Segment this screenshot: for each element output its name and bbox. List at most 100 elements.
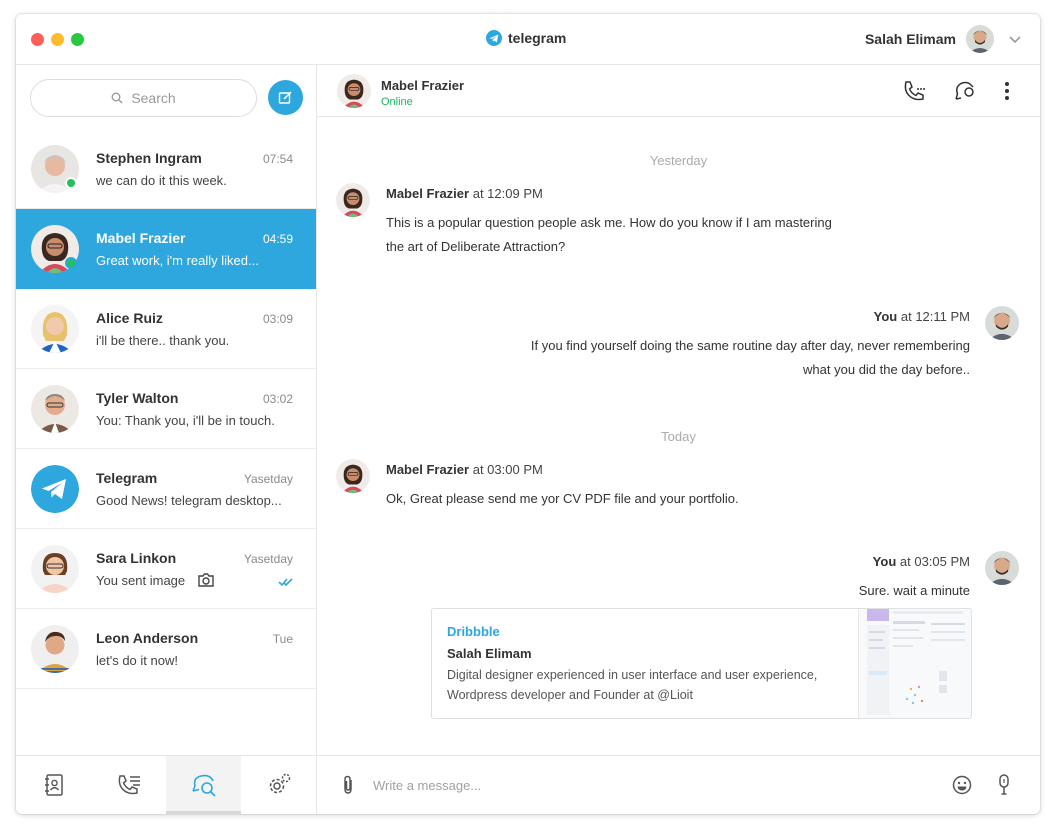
chat-preview: Great work, i'm really liked... [96, 253, 259, 268]
chat-time: Yasetday [243, 472, 293, 486]
telegram-logo-icon [31, 465, 79, 513]
tab-chats[interactable] [166, 756, 241, 814]
search-messages-button[interactable] [953, 79, 977, 103]
chat-time: 03:09 [262, 312, 293, 326]
message-sender: Mabel Frazier [386, 462, 470, 477]
chat-preview: let's do it now! [96, 653, 178, 668]
tab-contacts[interactable] [16, 756, 91, 814]
call-button[interactable] [903, 79, 927, 103]
more-options-button[interactable] [995, 79, 1019, 103]
search-field[interactable]: Search [30, 79, 257, 117]
chat-item-mabel-frazier[interactable]: Mabel Frazier 04:59 Great work, i'm real… [16, 209, 316, 289]
close-window-button[interactable] [31, 33, 44, 46]
emoji-icon[interactable] [951, 774, 973, 796]
message-header: Mabel Frazier at 12:09 PM [386, 186, 543, 201]
chat-item-alice-ruiz[interactable]: Alice Ruiz 03:09 i'll be there.. thank y… [16, 289, 316, 369]
title-bar: telegram Salah Elimam [16, 14, 1040, 65]
message-body: This is a popular question people ask me… [386, 211, 832, 259]
chat-time: Tue [272, 632, 293, 646]
chat-preview: Good News! telegram desktop... [96, 493, 282, 508]
tab-calls[interactable] [91, 756, 166, 814]
minimize-window-button[interactable] [51, 33, 64, 46]
online-indicator [65, 257, 77, 269]
chat-name: Stephen Ingram [96, 150, 202, 166]
day-separator: Yesterday [649, 153, 708, 168]
chats-icon [191, 774, 216, 797]
message-header: You at 03:05 PM [873, 554, 970, 569]
message-line: the art of Deliberate Attraction? [386, 239, 566, 254]
link-thumbnail [858, 609, 971, 718]
contact-name: Mabel Frazier [381, 78, 465, 93]
chat-preview: You: Thank you, i'll be in touch. [96, 413, 275, 428]
link-description-line: Digital designer experienced in user int… [447, 668, 818, 682]
chat-name: Mabel Frazier [96, 230, 186, 246]
message-time: at 03:05 PM [899, 554, 970, 569]
chat-name: Sara Linkon [96, 550, 177, 566]
message-input[interactable] [373, 775, 933, 795]
message-body: If you find yourself doing the same rout… [531, 334, 970, 382]
link-description-line: Wordpress developer and Founder at @Lioi… [447, 688, 693, 702]
message-body: Sure. wait a minute [859, 579, 970, 603]
camera-icon [198, 573, 214, 587]
message-composer [317, 755, 1040, 814]
message-header: Mabel Frazier at 03:00 PM [386, 462, 543, 477]
message-time: at 12:09 PM [472, 186, 543, 201]
message-time: at 03:00 PM [472, 462, 543, 477]
chat-search-icon [955, 81, 974, 100]
my-avatar [985, 306, 1019, 340]
message-body: Ok, Great please send me yor CV PDF file… [386, 487, 739, 511]
avatar [31, 305, 79, 353]
current-user-name[interactable]: Salah Elimam [865, 31, 956, 47]
contacts-icon [44, 774, 63, 796]
chat-item-stephen-ingram[interactable]: Stephen Ingram 07:54 we can do it this w… [16, 129, 316, 209]
read-receipt-icon [278, 578, 293, 587]
chat-preview: i'll be there.. thank you. [96, 333, 230, 348]
app-window: telegram Salah Elimam Search Stephen Ing… [16, 14, 1040, 814]
message-time: at 12:11 PM [900, 309, 970, 324]
my-avatar [985, 551, 1019, 585]
sender-avatar [336, 459, 370, 493]
message-header: You at 12:11 PM [874, 309, 970, 324]
app-title: telegram [486, 30, 566, 46]
phone-icon [904, 81, 925, 101]
settings-icon [269, 773, 290, 794]
message-line: This is a popular question people ask me… [386, 215, 832, 230]
more-vertical-icon [1005, 82, 1009, 100]
maximize-window-button[interactable] [71, 33, 84, 46]
conversation-pane: Mabel Frazier Online Yesterday Mabel Fra… [317, 65, 1040, 814]
avatar [31, 385, 79, 433]
chat-time: 03:02 [262, 392, 293, 406]
tab-settings[interactable] [241, 756, 316, 814]
chat-item-leon-anderson[interactable]: Leon Anderson Tue let's do it now! [16, 609, 316, 689]
day-separator: Today [661, 429, 696, 444]
chevron-down-icon[interactable] [1008, 32, 1022, 46]
microphone-icon[interactable] [993, 773, 1015, 797]
current-user-avatar[interactable] [966, 25, 994, 53]
chat-item-tyler-walton[interactable]: Tyler Walton 03:02 You: Thank you, i'll … [16, 369, 316, 449]
avatar [31, 545, 79, 593]
message-sender: You [873, 309, 898, 324]
app-title-text: telegram [508, 30, 567, 46]
message-line: what you did the day before.. [803, 362, 970, 377]
link-description: Digital designer experienced in user int… [447, 665, 847, 705]
chat-list: Stephen Ingram 07:54 we can do it this w… [16, 129, 316, 689]
message-line: Ok, Great please send me yor CV PDF file… [386, 491, 739, 506]
contact-status: Online [381, 96, 413, 108]
link-site-name[interactable]: Dribbble [447, 624, 500, 639]
chat-item-telegram[interactable]: Telegram Yasetday Good News! telegram de… [16, 449, 316, 529]
attach-icon[interactable] [337, 774, 359, 796]
link-preview-card[interactable]: Dribbble Salah Elimam Digital designer e… [431, 608, 972, 719]
chat-name: Alice Ruiz [96, 310, 163, 326]
message-line: If you find yourself doing the same rout… [530, 338, 970, 353]
telegram-logo-icon [486, 30, 502, 46]
compose-icon [278, 91, 292, 104]
chat-preview: You sent image [96, 573, 186, 588]
chat-name: Telegram [96, 470, 158, 486]
calls-icon [118, 775, 140, 795]
compose-button[interactable] [268, 80, 303, 115]
chat-name: Leon Anderson [96, 630, 199, 646]
message-line: Sure. wait a minute [858, 583, 970, 598]
chat-item-sara-linkon[interactable]: Sara Linkon Yasetday You sent image [16, 529, 316, 609]
sender-avatar [336, 183, 370, 217]
contact-avatar[interactable] [337, 74, 371, 108]
